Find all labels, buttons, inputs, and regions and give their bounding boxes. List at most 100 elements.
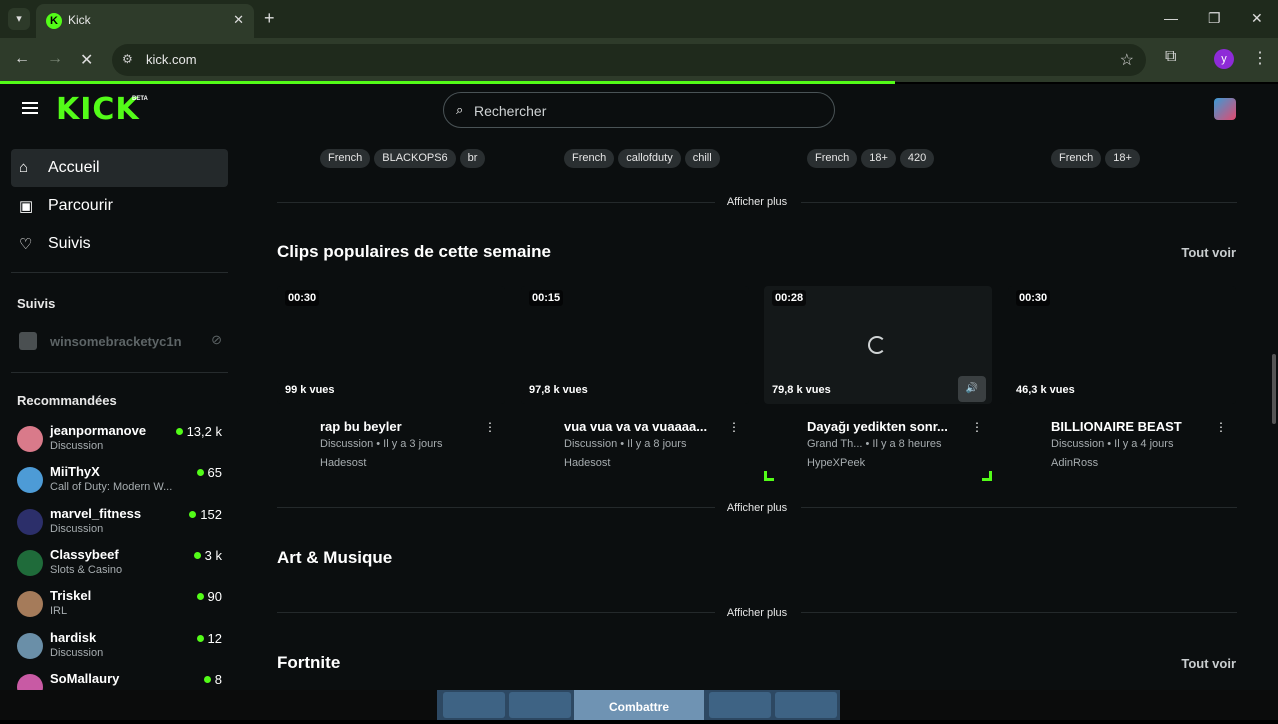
- clip-card[interactable]: 00:30 99 k vues rap bu beyler ⋮ Discussion •…: [277, 286, 505, 486]
- clips-see-all-link[interactable]: Tout voir: [1181, 245, 1236, 260]
- tag-chip[interactable]: br: [459, 149, 486, 168]
- tag-chip[interactable]: French: [1051, 149, 1102, 168]
- browser-toolbar: ← → ✕ ⚙ kick.com ☆ ⧉ y ⋮: [0, 38, 1278, 82]
- address-bar[interactable]: ⚙ kick.com ☆: [112, 44, 1146, 76]
- stream-tags: French 18+: [1051, 148, 1144, 168]
- clip-card[interactable]: 00:28 79,8 k vues 🔊 Dayağı yedikten sonr...…: [764, 286, 992, 486]
- tab-search-icon[interactable]: ▾: [8, 8, 30, 30]
- minimize-icon[interactable]: —: [1164, 10, 1178, 26]
- channel-category: Slots & Casino: [50, 563, 123, 576]
- recommended-channel[interactable]: jeanpormanove Discussion 13,2 k: [17, 423, 228, 461]
- clip-title[interactable]: rap bu beyler: [320, 419, 470, 434]
- nav-item-accueil[interactable]: ⌂ Accueil: [11, 149, 228, 187]
- tag-chip[interactable]: 18+: [861, 149, 896, 168]
- stream-tags: French 18+ 420: [807, 148, 938, 168]
- game-banner[interactable]: Combattre: [437, 690, 840, 720]
- nav-item-suivis[interactable]: ♡ Suivis: [11, 225, 228, 263]
- clip-author[interactable]: HypeXPeek: [807, 457, 865, 469]
- kick-logo[interactable]: KICK: [56, 92, 140, 127]
- tag-chip[interactable]: 18+: [1105, 149, 1140, 168]
- live-viewer-count: 13,2 k: [176, 424, 222, 439]
- browser-tabstrip: ▾ K Kick ✕ + — ❐ ✕: [0, 0, 1278, 38]
- show-more-button[interactable]: Afficher plus: [0, 607, 1278, 619]
- channel-name: Classybeef: [50, 546, 119, 562]
- recommended-channel[interactable]: SoMallaury 8: [17, 671, 228, 690]
- channel-name: jeanpormanove: [50, 423, 147, 438]
- clip-views: 46,3 k vues: [1016, 384, 1075, 396]
- channel-avatar: [17, 426, 43, 452]
- tag-chip[interactable]: French: [564, 149, 615, 168]
- tag-chip[interactable]: French: [807, 149, 858, 168]
- clip-views: 99 k vues: [285, 384, 335, 396]
- tag-chip[interactable]: chill: [684, 149, 720, 168]
- clip-title[interactable]: BILLIONAIRE BEAST: [1051, 419, 1201, 434]
- clips-section-title: Clips populaires de cette semaine: [277, 242, 551, 261]
- window-close-icon[interactable]: ✕: [1251, 10, 1263, 27]
- live-viewer-count: 90: [197, 589, 222, 604]
- clip-more-icon[interactable]: ⋮: [484, 420, 496, 434]
- clip-author[interactable]: Hadesost: [320, 457, 366, 469]
- tab-close-icon[interactable]: ✕: [233, 12, 244, 28]
- channel-category: Call of Duty: Modern W...: [50, 481, 173, 494]
- clip-duration: 00:30: [285, 290, 320, 306]
- back-icon[interactable]: ←: [14, 50, 30, 68]
- browser-menu-icon[interactable]: ⋮: [1252, 48, 1268, 68]
- clip-title[interactable]: Dayağı yedikten sonr...: [807, 419, 957, 434]
- hover-corner: [982, 471, 992, 481]
- show-more-button[interactable]: Afficher plus: [0, 196, 1278, 208]
- forward-icon[interactable]: →: [47, 50, 63, 68]
- channel-avatar: [17, 467, 43, 494]
- clip-thumbnail[interactable]: 00:30 46,3 k vues: [1008, 286, 1236, 404]
- channel-avatar: [17, 673, 43, 690]
- clip-duration: 00:15: [529, 290, 564, 306]
- search-input[interactable]: ⌕ Rechercher: [443, 92, 835, 128]
- url-text[interactable]: kick.com: [146, 52, 197, 67]
- clip-thumbnail[interactable]: 00:15 97,8 k vues: [521, 286, 749, 404]
- clip-author[interactable]: AdinRoss: [1051, 457, 1098, 469]
- clip-card[interactable]: 00:30 46,3 k vues BILLIONAIRE BEAST ⋮ Discus…: [1008, 286, 1236, 486]
- user-avatar[interactable]: [1214, 98, 1236, 120]
- stop-loading-icon[interactable]: ✕: [80, 50, 93, 70]
- channel-avatar: [17, 549, 43, 576]
- show-more-button[interactable]: Afficher plus: [0, 502, 1278, 514]
- search-icon: ⌕: [456, 102, 464, 117]
- site-info-icon[interactable]: ⚙: [122, 52, 133, 66]
- profile-avatar[interactable]: y: [1214, 49, 1234, 69]
- bookmark-star-icon[interactable]: ☆: [1120, 50, 1134, 70]
- tag-chip[interactable]: BLACKOPS6: [374, 149, 456, 168]
- browser-tab[interactable]: K Kick ✕: [36, 4, 254, 38]
- clip-title[interactable]: vua vua va va vuaaaa...: [564, 419, 714, 434]
- banner-label: Combattre: [574, 690, 704, 720]
- extensions-icon[interactable]: ⧉: [1165, 48, 1176, 66]
- page-scrollbar[interactable]: [1272, 354, 1276, 424]
- loading-spinner-icon: [868, 336, 886, 354]
- clip-meta: Grand Th... • Il y a 8 heures: [807, 438, 942, 450]
- clip-meta: Discussion • Il y a 8 jours: [564, 438, 687, 450]
- nav-label: Accueil: [48, 159, 100, 176]
- tag-chip[interactable]: callofduty: [618, 149, 681, 168]
- channel-avatar: [19, 332, 37, 350]
- new-tab-icon[interactable]: +: [264, 8, 275, 29]
- restore-icon[interactable]: ❐: [1208, 10, 1221, 27]
- clip-thumbnail[interactable]: 00:28 79,8 k vues 🔊: [764, 286, 992, 404]
- recommended-channel[interactable]: hardisk Discussion 12: [17, 630, 228, 668]
- recommended-channel[interactable]: Classybeef Slots & Casino 3 k: [17, 547, 228, 585]
- clip-more-icon[interactable]: ⋮: [971, 420, 983, 434]
- channel-name: hardisk: [50, 629, 97, 645]
- recommended-channel[interactable]: MiiThyX Call of Duty: Modern W... 65: [17, 464, 228, 502]
- volume-icon[interactable]: 🔊: [958, 376, 986, 402]
- clip-more-icon[interactable]: ⋮: [728, 420, 740, 434]
- stream-tags: French BLACKOPS6 br: [320, 148, 489, 168]
- clip-more-icon[interactable]: ⋮: [1215, 420, 1227, 434]
- followed-channel[interactable]: winsomebracketyc1n ⊘: [17, 330, 228, 354]
- clip-card[interactable]: 00:15 97,8 k vues vua vua va va vuaaaa... ⋮…: [521, 286, 749, 486]
- clip-thumbnail[interactable]: 00:30 99 k vues: [277, 286, 505, 404]
- fortnite-see-all-link[interactable]: Tout voir: [1181, 656, 1236, 671]
- clip-author[interactable]: Hadesost: [564, 457, 610, 469]
- menu-icon[interactable]: [22, 102, 38, 114]
- fortnite-section-title: Fortnite: [277, 653, 341, 672]
- tag-chip[interactable]: French: [320, 149, 371, 168]
- clip-duration: 00:28: [772, 290, 807, 306]
- search-placeholder: Rechercher: [474, 103, 547, 119]
- tag-chip[interactable]: 420: [899, 149, 935, 168]
